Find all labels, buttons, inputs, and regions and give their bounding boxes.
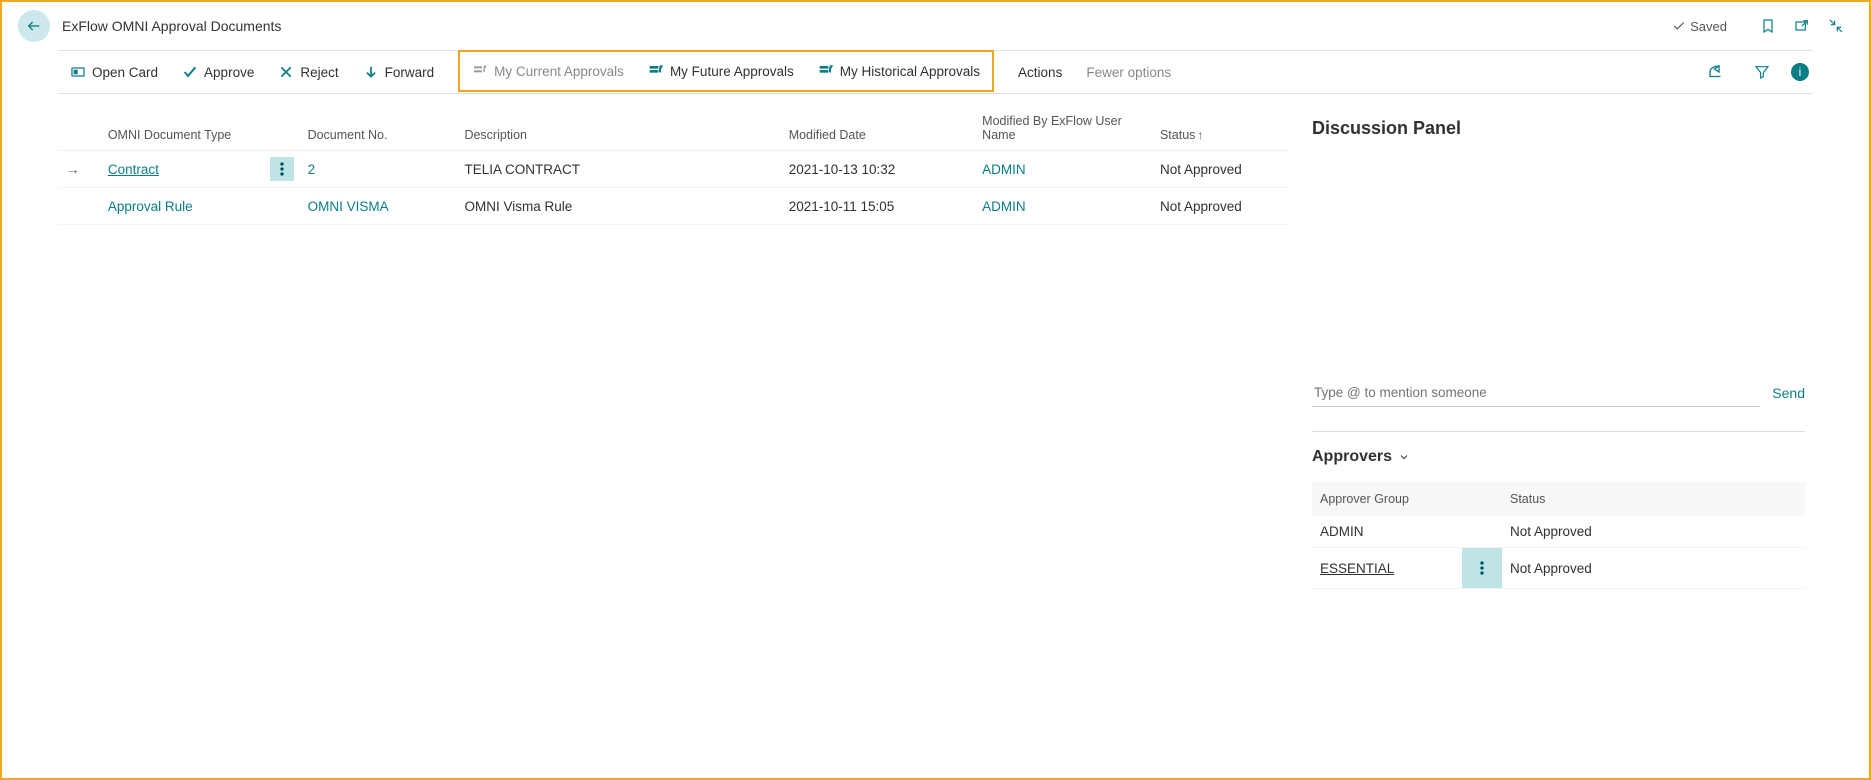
col-description[interactable]: Description [456, 94, 780, 151]
col-doc-type[interactable]: OMNI Document Type [100, 94, 262, 151]
col-menu [1462, 482, 1502, 516]
list-filter-icon [472, 63, 488, 79]
row-menu-button[interactable] [270, 157, 294, 181]
open-card-button[interactable]: Open Card [58, 51, 170, 93]
check-icon [182, 64, 198, 80]
approver-row[interactable]: ADMIN Not Approved [1312, 516, 1805, 548]
cell-group: ESSENTIAL [1320, 561, 1394, 576]
approvers-title: Approvers [1312, 448, 1392, 466]
saved-label: Saved [1690, 19, 1727, 34]
list-filter-icon [818, 63, 834, 79]
reject-label: Reject [300, 65, 338, 80]
list-filter-icon [648, 63, 664, 79]
col-selector [58, 94, 100, 151]
actions-button[interactable]: Actions [1006, 51, 1074, 93]
cell-description: TELIA CONTRACT [456, 151, 780, 188]
action-toolbar: Open Card Approve Reject Forward My Curr… [58, 50, 1813, 94]
forward-button[interactable]: Forward [351, 51, 447, 93]
chevron-down-icon [1398, 451, 1410, 463]
cell-status: Not Approved [1152, 151, 1288, 188]
sort-asc-icon: ↑ [1195, 128, 1203, 142]
col-modified-date[interactable]: Modified Date [781, 94, 974, 151]
doc-type-link[interactable]: Approval Rule [108, 199, 193, 214]
col-status-label: Status [1160, 128, 1195, 142]
info-button[interactable]: i [1791, 63, 1809, 81]
bookmark-icon [1760, 17, 1776, 35]
fewer-options-label: Fewer options [1086, 65, 1171, 80]
modified-by-link[interactable]: ADMIN [982, 199, 1026, 214]
documents-table: OMNI Document Type Document No. Descript… [58, 94, 1288, 225]
share-icon [1707, 63, 1725, 81]
popout-button[interactable] [1793, 17, 1811, 35]
dots-vertical-icon [280, 162, 284, 176]
reject-button[interactable]: Reject [266, 51, 350, 93]
my-current-label: My Current Approvals [494, 64, 624, 79]
arrow-left-icon [26, 18, 42, 34]
table-row[interactable]: → Contract 2 TELIA CONTRACT 2021-10-13 1… [58, 151, 1288, 188]
card-icon [70, 64, 86, 80]
divider [1312, 431, 1805, 432]
x-icon [278, 64, 294, 80]
popout-icon [1793, 18, 1811, 34]
cell-modified-date: 2021-10-13 10:32 [781, 151, 974, 188]
approvers-toggle[interactable]: Approvers [1312, 448, 1805, 466]
collapse-button[interactable] [1827, 17, 1845, 35]
info-icon: i [1799, 65, 1802, 79]
filter-button[interactable] [1753, 63, 1771, 81]
col-approver-status[interactable]: Status [1502, 482, 1805, 516]
my-future-label: My Future Approvals [670, 64, 794, 79]
cell-menu [1462, 516, 1502, 548]
cell-status: Not Approved [1502, 516, 1805, 548]
funnel-icon [1754, 64, 1770, 80]
cell-status: Not Approved [1502, 548, 1805, 589]
cell-group: ADMIN [1312, 516, 1462, 548]
table-row[interactable]: Approval Rule OMNI VISMA OMNI Visma Rule… [58, 188, 1288, 225]
approve-label: Approve [204, 65, 254, 80]
fewer-options-button[interactable]: Fewer options [1074, 51, 1183, 93]
row-menu-button[interactable] [270, 194, 294, 218]
col-doc-no[interactable]: Document No. [300, 94, 457, 151]
approve-button[interactable]: Approve [170, 51, 266, 93]
page-title: ExFlow OMNI Approval Documents [62, 18, 281, 34]
my-current-approvals-button[interactable]: My Current Approvals [460, 52, 636, 90]
send-button[interactable]: Send [1772, 385, 1805, 401]
discussion-panel-title: Discussion Panel [1312, 118, 1805, 139]
saved-indicator: Saved [1672, 19, 1727, 34]
doc-type-link[interactable]: Contract [108, 162, 159, 177]
col-modified-by[interactable]: Modified By ExFlow User Name [974, 94, 1152, 151]
cell-modified-date: 2021-10-11 15:05 [781, 188, 974, 225]
my-historical-label: My Historical Approvals [840, 64, 980, 79]
cell-description: OMNI Visma Rule [456, 188, 780, 225]
approver-row[interactable]: ESSENTIAL Not Approved [1312, 548, 1805, 589]
bookmark-button[interactable] [1759, 17, 1777, 35]
check-icon [1672, 19, 1686, 33]
back-button[interactable] [18, 10, 50, 42]
modified-by-link[interactable]: ADMIN [982, 162, 1026, 177]
cell-status: Not Approved [1152, 188, 1288, 225]
col-menu [262, 94, 300, 151]
row-indicator: → [58, 151, 100, 188]
mention-input[interactable] [1312, 379, 1760, 407]
page-header: ExFlow OMNI Approval Documents Saved [2, 2, 1869, 50]
my-historical-approvals-button[interactable]: My Historical Approvals [806, 52, 992, 90]
dots-vertical-icon [1480, 561, 1484, 575]
arrow-down-icon [363, 64, 379, 80]
col-approver-group[interactable]: Approver Group [1312, 482, 1462, 516]
col-status[interactable]: Status↑ [1152, 94, 1288, 151]
share-button[interactable] [1707, 63, 1725, 81]
approvals-tab-group: My Current Approvals My Future Approvals… [458, 50, 994, 92]
collapse-icon [1828, 18, 1844, 34]
my-future-approvals-button[interactable]: My Future Approvals [636, 52, 806, 90]
doc-no-link[interactable]: 2 [308, 162, 316, 177]
row-menu-button[interactable] [1470, 556, 1494, 580]
doc-no-link[interactable]: OMNI VISMA [308, 199, 389, 214]
approvers-table: Approver Group Status ADMIN Not Approved… [1312, 482, 1805, 589]
forward-label: Forward [385, 65, 435, 80]
open-card-label: Open Card [92, 65, 158, 80]
actions-label: Actions [1018, 65, 1062, 80]
row-indicator [58, 188, 100, 225]
